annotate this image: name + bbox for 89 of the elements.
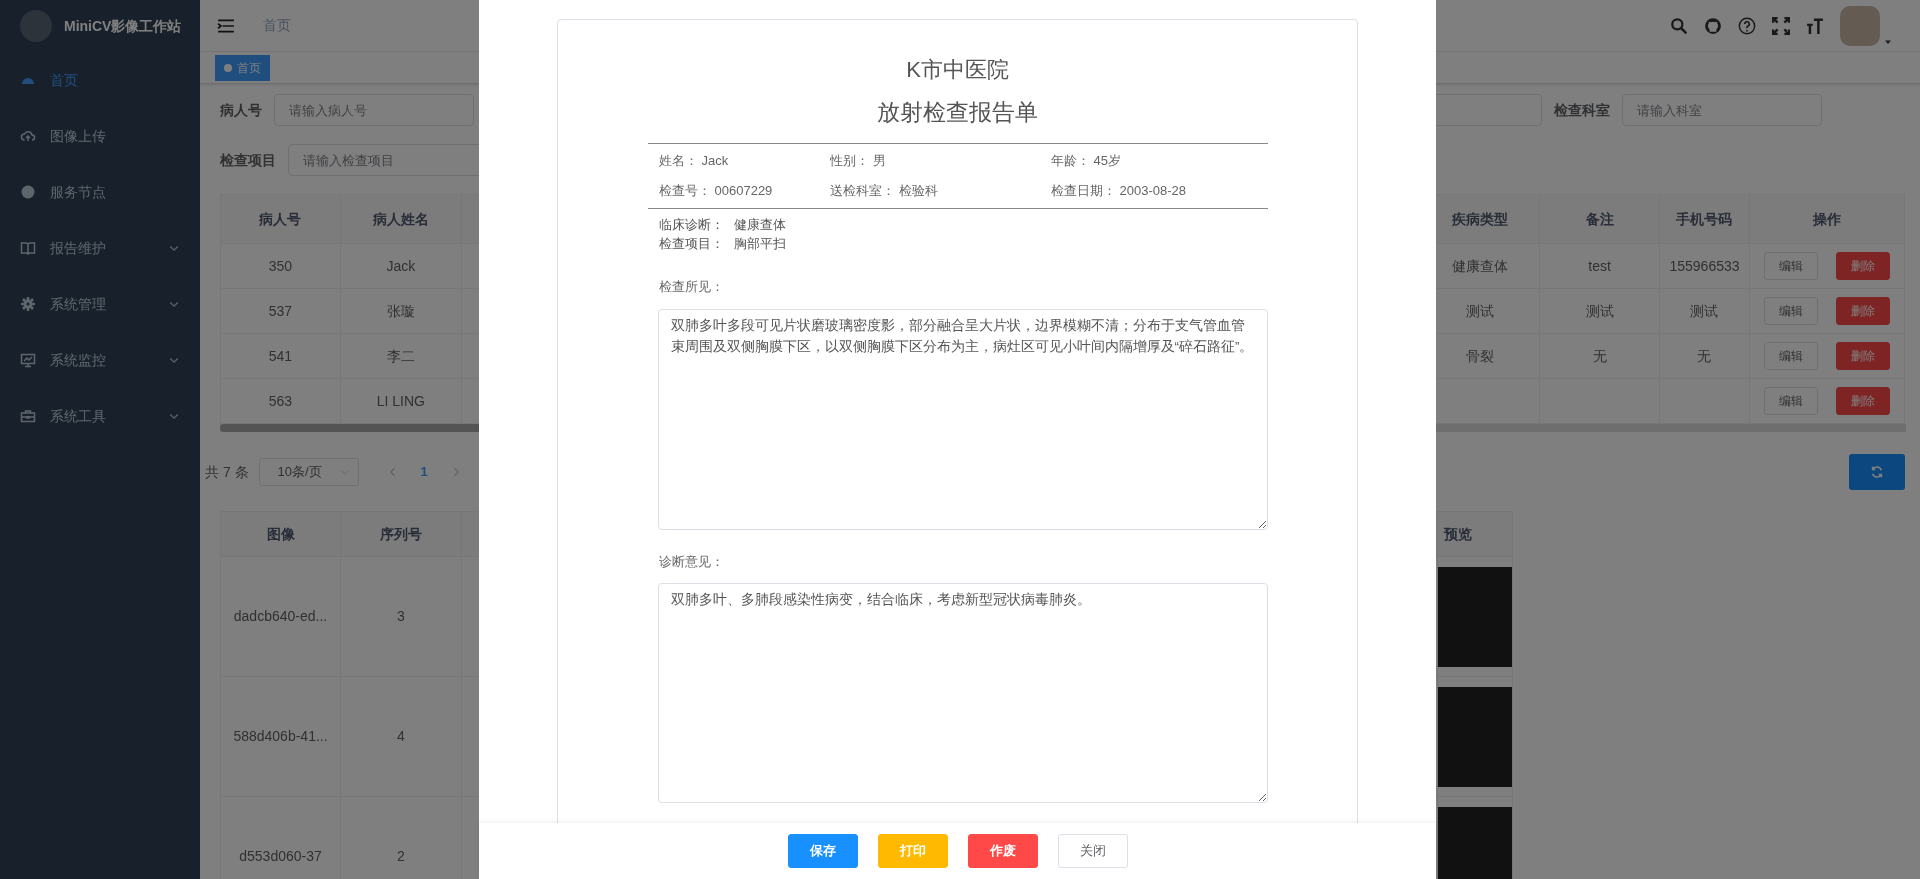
info-value: 健康查体 [733,216,786,234]
sidebar-menu-item[interactable]: 系统管理 [0,276,200,332]
table-cell: 李二 [340,333,462,379]
column-header: 手机号码 [1659,194,1750,244]
edit-button[interactable]: 编辑 [1764,342,1818,370]
refresh-icon [1870,465,1884,479]
edit-button[interactable]: 编辑 [1764,297,1818,325]
table-cell: 155966533 [1659,243,1750,289]
column-header: 操作 [1749,194,1905,244]
table-cell: 4 [340,676,462,797]
question-icon[interactable] [1738,16,1756,35]
table-cell: Jack [340,243,462,289]
column-header: 预览 [1437,511,1513,557]
delete-button[interactable]: 删除 [1836,297,1890,325]
cat-silhouette-icon[interactable] [1704,16,1722,35]
info-value: Jack [701,152,729,171]
report-title: 放射检查报告单 [876,98,1039,127]
table-cell: 541 [220,333,341,379]
info-value: 00607229 [714,182,773,201]
print-button[interactable]: 打印 [877,834,948,868]
field-label: 病人号 [220,100,262,120]
text-field[interactable]: 请输入科室 [1622,94,1822,126]
table-cell: dadcb640-ed... [220,556,341,677]
table-cell: test [1539,243,1660,289]
table-cell: LI LING [340,378,462,424]
info-value: 2003-08-28 [1119,182,1186,201]
text-size-icon[interactable] [1806,16,1824,35]
edit-button[interactable]: 编辑 [1764,387,1818,415]
gear-icon [20,296,36,312]
info-label: 检查号： [658,182,711,201]
page-number[interactable]: 1 [420,462,428,482]
info-value: 检验科 [898,182,938,201]
close-button[interactable]: 关闭 [1057,834,1128,868]
table-cell: 563 [220,378,341,424]
table-cell: 张璇 [340,288,462,334]
page-size-select[interactable]: 10条/页 [258,458,359,486]
table-cell: 537 [220,288,341,334]
delete-button[interactable]: 删除 [1836,252,1890,280]
delete-button[interactable]: 删除 [1836,342,1890,370]
column-header: 序列号 [340,511,462,557]
diagnosis-field[interactable]: 双肺多叶、多肺段感染性病变，结合临床，考虑新型冠状病毒肺炎。 [657,583,1268,803]
table-cell: 测试 [1539,288,1660,334]
info-value: 男 [872,152,886,171]
page-tab[interactable]: 首页 [215,54,270,81]
sidebar-menu-item[interactable]: 系统监控 [0,332,200,388]
sidebar-menu-item[interactable]: 系统工具 [0,388,200,444]
save-button[interactable]: 保存 [787,834,858,868]
info-value: 胸部平扫 [733,235,786,253]
table-cell: 588d406b-41... [220,676,341,797]
sidebar-menu-item[interactable]: 报告维护 [0,220,200,276]
table-cell: 3 [340,556,462,677]
sidebar-menu-item[interactable]: 首页 [0,52,200,108]
info-label: 临床诊断： [658,216,724,234]
info-label: 年龄： [1050,152,1090,171]
hospital-name: K市中医院 [905,56,1010,84]
total-count: 共 7 条 [205,462,249,482]
sidebar-menu-item[interactable]: 服务节点 [0,164,200,220]
info-label: 检查日期： [1050,182,1116,201]
section-label: 检查所见： [657,278,725,296]
table-cell: 无 [1659,333,1750,379]
column-header: 备注 [1539,194,1660,244]
cloud-upload-icon [20,128,36,144]
findings-field[interactable]: 双肺多叶多段可见片状磨玻璃密度影，部分融合呈大片状，边界模糊不清；分布于支气管血管束周围及双侧胸膜下区，以双侧胸膜下区分布为主，病灶区可见小叶间内隔增厚及“碎石路征”。 [657,308,1268,530]
delete-button[interactable]: 删除 [1836,387,1890,415]
table-cell: d553d060-37 [220,796,341,879]
table-cell: 测试 [1659,288,1750,334]
info-label: 送检科室： [829,182,895,201]
fullscreen-icon[interactable] [1772,16,1790,35]
section-label: 诊断意见： [657,552,725,571]
info-label: 姓名： [658,152,698,171]
info-label: 检查项目： [658,235,724,253]
search-icon[interactable] [1670,16,1688,35]
table-cell: 无 [1539,333,1660,379]
book-icon [20,240,36,256]
chevron-down-icon [339,467,350,477]
app-title: MiniCV影像工作站 [64,16,182,36]
toolbox-icon [20,408,36,424]
field-label: 检查科室 [1554,100,1610,120]
monitor-icon [20,352,36,368]
void-button[interactable]: 作废 [967,834,1038,868]
text-field[interactable]: 请输入病人号 [274,94,474,126]
info-label: 性别： [829,152,869,171]
table-cell: 350 [220,243,341,289]
info-value: 45岁 [1093,152,1121,171]
column-header: 病人号 [220,194,341,244]
field-label: 检查项目 [220,150,276,170]
column-header: 病人姓名 [340,194,462,244]
edit-button[interactable]: 编辑 [1764,252,1818,280]
column-header: 图像 [220,511,341,557]
